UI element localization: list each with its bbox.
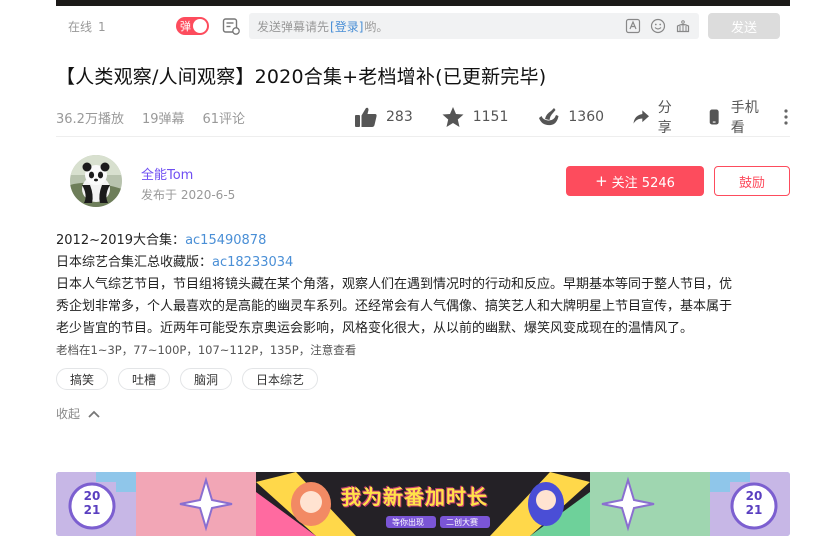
star-icon [442,107,464,127]
publish-time: 发布于 2020-6-5 [141,188,236,202]
banana-icon [539,108,559,126]
collection-link[interactable]: ac18233034 [212,255,293,270]
chevron-up-icon [88,410,100,418]
danmaku-settings-icon[interactable] [221,16,241,36]
comment-count: 61评论 [202,111,246,127]
danmaku-bar: 在线 1 弹 发送弹幕请先 [登录] 哟。 发送 [56,10,790,42]
favorite-button[interactable]: 1151 [441,106,509,128]
video-title: 【人类观察/人间观察】2020合集+老档增补(已更新完毕) [56,66,547,88]
collapse-label: 收起 [56,407,81,421]
danmaku-count: 19弹幕 [141,111,185,127]
online-label: 在线 [68,19,93,34]
more-icon[interactable] [784,109,788,125]
input-icons [624,17,691,34]
banana-button[interactable]: 1360 [536,106,604,128]
thumbs-up-icon [355,107,377,127]
year-bottom: 21 [745,503,763,517]
collection-link[interactable]: ac15490878 [185,233,266,248]
description-text: 秀企划非常多，个人最喜欢的是高能的幽灵车系列。还经常会有人气偶像、搞笑艺人和大牌… [56,299,733,314]
danmaku-toggle[interactable]: 弹 [176,17,209,35]
uploader-avatar[interactable] [70,155,122,207]
year-top: 20 [745,489,763,503]
tag-item[interactable]: 搞笑 [56,368,109,390]
emoji-icon[interactable] [649,17,666,34]
danmaku-input[interactable]: 发送弹幕请先 [登录] 哟。 [249,13,699,39]
banner-subtitle-right: 二创大赛 [446,518,478,527]
like-count: 283 [386,109,413,125]
promo-banner[interactable]: 我为新番加时长 等你出现 二创大赛 20 21 20 21 [56,472,790,536]
toggle-knob [193,19,207,33]
like-button[interactable]: 283 [354,106,413,128]
tag-item[interactable]: 脑洞 [180,368,233,390]
send-button[interactable]: 发送 [708,13,780,39]
description-prefix: 日本综艺合集汇总收藏版： [56,255,213,270]
description-text: 老少皆宜的节目。近两年可能受东京奥运会影响，风格变化很大，从以前的幽默、爆笑风变… [56,321,694,336]
danmaku-toggle-label: 弹 [180,20,191,33]
favorite-count: 1151 [472,109,509,125]
share-icon [633,110,649,124]
collapse-button[interactable]: 收起 [56,405,100,422]
video-player-edge [56,0,790,6]
share-button[interactable]: 分享 [632,97,678,137]
plus-icon: + [595,172,608,190]
cake-icon[interactable] [674,17,691,34]
phone-icon [710,109,720,125]
description-text: 日本人气综艺节目，节目组将镜头藏在某个角落，观察人们在遇到情况时的行动和反应。早… [56,277,733,292]
action-bar: 283 1151 1360 分享 手机看 [354,100,790,136]
tag-list: 搞笑 吐槽 脑洞 日本综艺 [56,368,319,390]
year-bottom: 21 [83,503,101,517]
video-stats: 36.2万播放 19弹幕 61评论 [56,108,245,127]
tag-item[interactable]: 吐槽 [118,368,171,390]
follow-label: 关注 5246 [611,175,675,191]
login-link[interactable]: [登录] [330,18,363,35]
description-prefix: 2012~2019大合集： [56,233,186,248]
banner-year-left: 20 21 [78,489,106,517]
description-note: 老档在1~3P，77~100P，107~112P，135P，注意查看 [56,343,357,357]
danmaku-placeholder-end: 哟。 [364,19,389,34]
mobile-view-label: 手机看 [730,100,759,136]
share-label: 分享 [657,100,672,136]
stats-row: 36.2万播放 19弹幕 61评论 283 1151 1360 分享 手机看 [56,100,790,136]
banner-headline: 我为新番加时长 [341,485,488,509]
online-count: 在线 1 [56,18,176,35]
danmaku-placeholder: 发送弹幕请先 [257,19,330,34]
divider [56,136,790,137]
description-line: 日本综艺合集汇总收藏版：ac18233034 [56,252,796,274]
mobile-view-button[interactable]: 手机看 [706,97,762,137]
uploader-name[interactable]: 全能Tom [141,164,193,183]
banner-subtitle-left: 等你出现 [392,518,424,527]
banana-count: 1360 [568,109,605,125]
description-line: 2012~2019大合集：ac15490878 [56,230,796,252]
follow-button[interactable]: + 关注 5246 [566,166,704,196]
video-page: 在线 1 弹 发送弹幕请先 [登录] 哟。 发送 【人类观察/人间观察】2020… [0,0,815,543]
font-style-icon[interactable] [624,17,641,34]
play-count: 36.2万播放 [56,111,124,127]
banner-year-right: 20 21 [740,489,768,517]
online-number: 1 [98,19,106,34]
year-top: 20 [83,489,101,503]
reward-button[interactable]: 鼓励 [714,166,790,196]
tag-item[interactable]: 日本综艺 [242,368,319,390]
video-description: 2012~2019大合集：ac15490878 日本综艺合集汇总收藏版：ac18… [56,230,796,360]
